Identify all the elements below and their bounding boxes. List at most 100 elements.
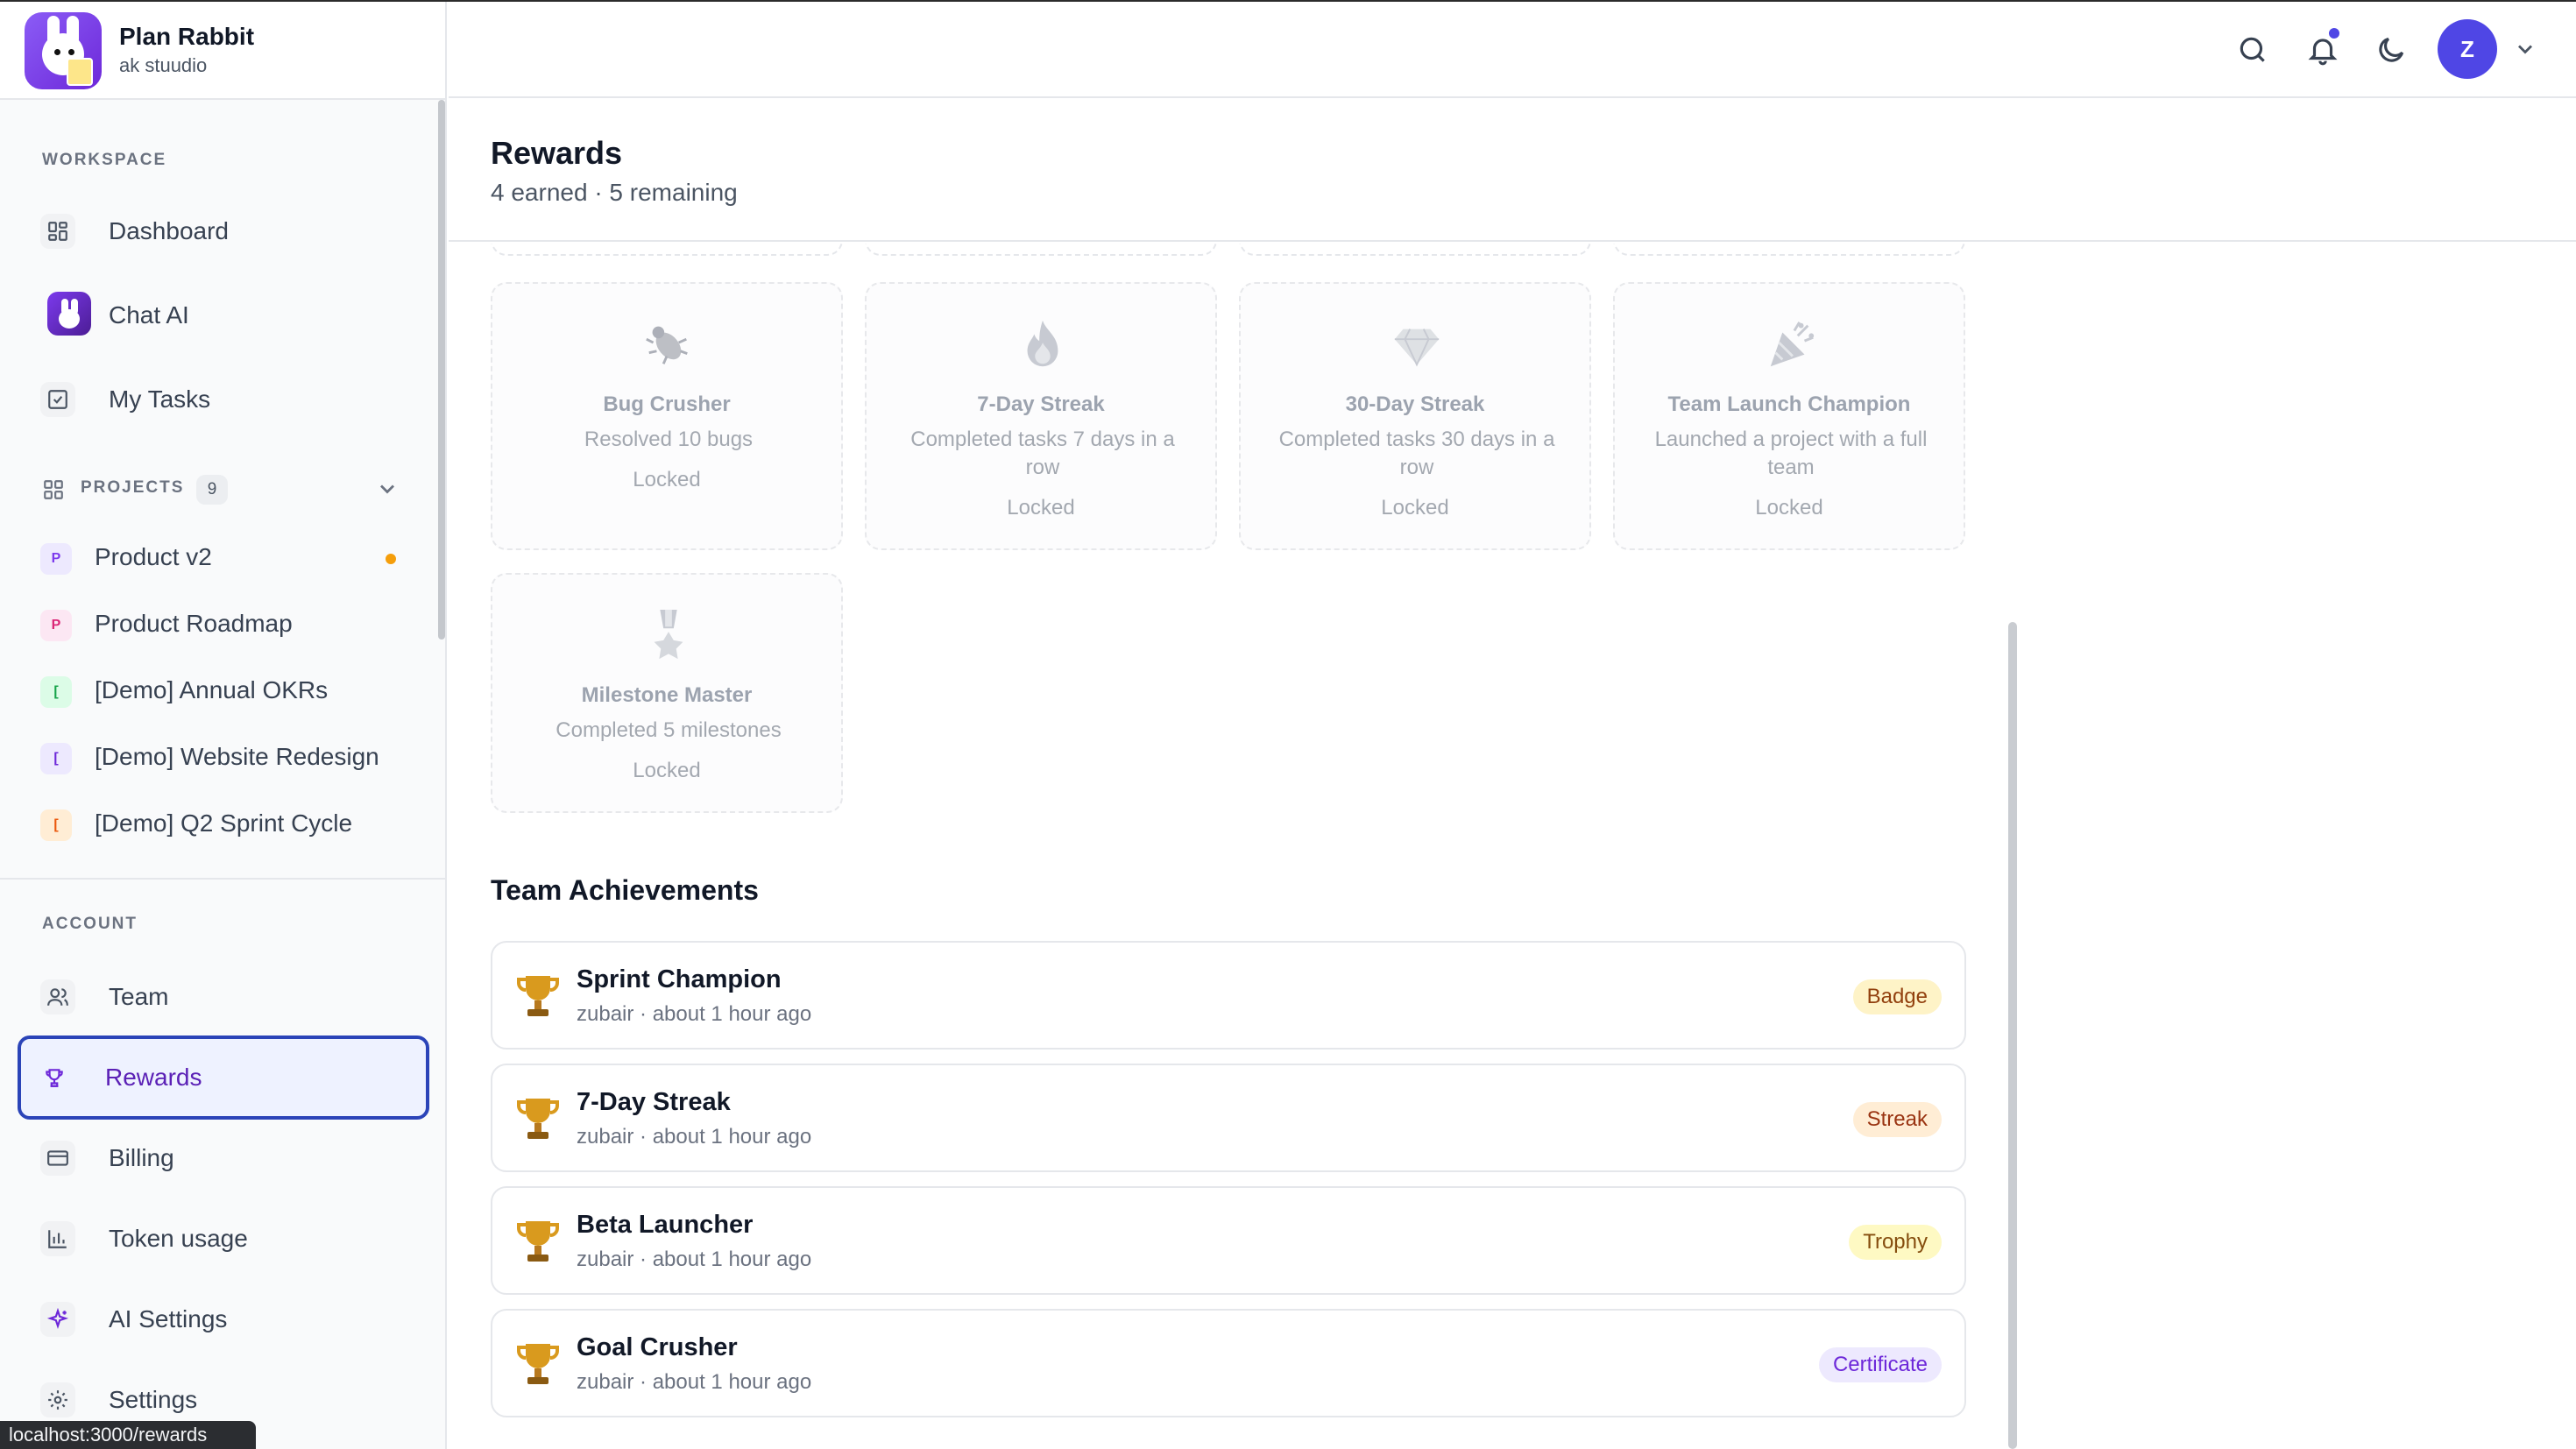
team-achievements-title: Team Achievements [491,874,759,906]
status-url-tooltip: localhost:3000/rewards [0,1421,256,1449]
reward-card-bug-crusher[interactable]: Bug Crusher Resolved 10 bugs Locked [491,282,843,550]
project-label: [Demo] Annual OKRs [95,676,329,703]
user-avatar[interactable]: Z [2438,19,2497,79]
reward-card-milestone-master[interactable]: Milestone Master Completed 5 milestones … [491,573,843,813]
sidebar-project-product-roadmap[interactable]: P Product Roadmap [21,597,428,652]
party-popper-icon [1762,315,1820,373]
workspace-name: ak stuudio [119,54,208,76]
project-label: Product v2 [95,543,212,570]
reward-card-30-day-streak[interactable]: 30-Day Streak Completed tasks 30 days in… [1239,282,1591,550]
grid-icon [42,478,65,501]
account-section-label: ACCOUNT [42,915,138,933]
sidebar-item-label: Dashboard [109,217,229,244]
sidebar-item-label: Rewards [105,1064,202,1091]
achievement-row-goal-crusher[interactable]: Goal Crusher zubair · about 1 hour ago C… [491,1309,1966,1417]
trophy-icon [37,1060,72,1095]
brand-title: Plan Rabbit [119,23,255,50]
sidebar-project-product-v2[interactable]: P Product v2 [21,531,428,585]
workspace-section-label: WORKSPACE [42,151,167,169]
sidebar-item-my-tasks[interactable]: My Tasks [21,364,428,435]
achievement-name: Beta Launcher [577,1211,754,1239]
fire-icon [1014,315,1072,373]
page-header: Rewards 4 earned · 5 remaining [449,100,2576,242]
sidebar-project-website-redesign[interactable]: [ [Demo] Website Redesign [21,731,428,785]
sidebar-project-q2-sprint-cycle[interactable]: [ [Demo] Q2 Sprint Cycle [21,797,428,852]
trophy-icon [515,1095,561,1144]
reward-card-partial [1613,244,1965,256]
sidebar-item-label: Token usage [109,1225,248,1252]
rabbit-icon [47,292,91,336]
top-header: Z [449,2,2576,98]
bug-icon [640,315,697,373]
achievement-name: Goal Crusher [577,1333,738,1361]
sidebar-item-label: My Tasks [109,385,211,413]
project-label: [Demo] Q2 Sprint Cycle [95,809,353,837]
achievement-name: 7-Day Streak [577,1088,731,1116]
page-title: Rewards [491,135,623,171]
achievement-type-badge: Certificate [1818,1347,1942,1382]
medal-icon [640,606,697,664]
sidebar-project-annual-okrs[interactable]: [ [Demo] Annual OKRs [21,664,428,718]
project-label: [Demo] Website Redesign [95,743,379,770]
sparkles-icon [40,1302,75,1337]
chevron-down-icon[interactable] [375,477,400,501]
achievement-meta: zubair · about 1 hour ago [577,1370,812,1394]
reward-description: Completed tasks 7 days in a row [910,428,1175,479]
checkbox-icon [40,382,75,417]
main-content: Bug Crusher Resolved 10 bugs Locked 7-Da… [449,244,2576,1449]
trophy-icon [515,972,561,1021]
achievement-row-7-day-streak[interactable]: 7-Day Streak zubair · about 1 hour ago S… [491,1064,1966,1172]
brand-header[interactable]: Plan Rabbit ak stuudio [0,2,445,100]
project-label: Product Roadmap [95,610,293,637]
notification-dot [2327,26,2341,40]
projects-section-toggle[interactable]: PROJECTS 9 [42,475,410,506]
reward-title: Team Launch Champion [1667,392,1911,416]
bar-chart-icon [40,1221,75,1256]
sidebar-item-dashboard[interactable]: Dashboard [21,196,428,266]
reward-title: 30-Day Streak [1345,392,1485,416]
sidebar-item-token-usage[interactable]: Token usage [21,1204,428,1274]
sidebar: Plan Rabbit ak stuudio WORKSPACE Dashboa… [0,2,447,1449]
achievement-type-badge: Badge [1852,979,1942,1014]
sidebar-item-team[interactable]: Team [21,962,428,1032]
achievement-row-sprint-champion[interactable]: Sprint Champion zubair · about 1 hour ag… [491,941,1966,1050]
reward-state: Locked [1381,496,1449,520]
reward-card-partial [491,244,843,256]
project-badge: [ [40,809,72,841]
sidebar-scrollbar[interactable] [438,100,445,640]
search-icon[interactable] [2236,33,2269,67]
reward-title: Milestone Master [581,683,753,707]
achievement-row-beta-launcher[interactable]: Beta Launcher zubair · about 1 hour ago … [491,1186,1966,1295]
diamond-icon [1388,315,1446,373]
sidebar-item-ai-settings[interactable]: AI Settings [21,1284,428,1354]
unread-dot [386,554,396,564]
moon-icon[interactable] [2374,33,2408,67]
sidebar-item-label: AI Settings [109,1305,228,1332]
plan-rabbit-logo-icon [25,12,102,89]
reward-card-partial [865,244,1217,256]
sidebar-divider [0,878,445,880]
achievement-meta: zubair · about 1 hour ago [577,1125,812,1149]
reward-state: Locked [633,759,701,782]
reward-card-team-launch-champion[interactable]: Team Launch Champion Launched a project … [1613,282,1965,550]
reward-description: Completed 5 milestones [556,718,782,742]
sidebar-item-billing[interactable]: Billing [21,1123,428,1193]
reward-description: Resolved 10 bugs [584,428,754,451]
rewards-summary: 4 earned · 5 remaining [491,179,738,206]
reward-description: Completed tasks 30 days in a row [1278,428,1555,479]
grid-icon [40,214,75,249]
reward-card-7-day-streak[interactable]: 7-Day Streak Completed tasks 7 days in a… [865,282,1217,550]
projects-count-badge: 9 [196,475,228,505]
achievement-meta: zubair · about 1 hour ago [577,1248,812,1271]
sidebar-item-label: Settings [109,1386,198,1413]
project-badge: [ [40,743,72,774]
projects-section-label: PROJECTS [81,478,185,497]
main-scrollbar[interactable] [2008,622,2017,1449]
reward-title: Bug Crusher [603,392,731,416]
sidebar-item-rewards[interactable]: Rewards [18,1036,429,1120]
achievement-name: Sprint Champion [577,965,782,993]
achievement-type-badge: Streak [1852,1102,1942,1137]
sidebar-item-label: Billing [109,1144,174,1171]
chevron-down-icon[interactable] [2513,37,2537,61]
achievement-type-badge: Trophy [1849,1225,1942,1260]
